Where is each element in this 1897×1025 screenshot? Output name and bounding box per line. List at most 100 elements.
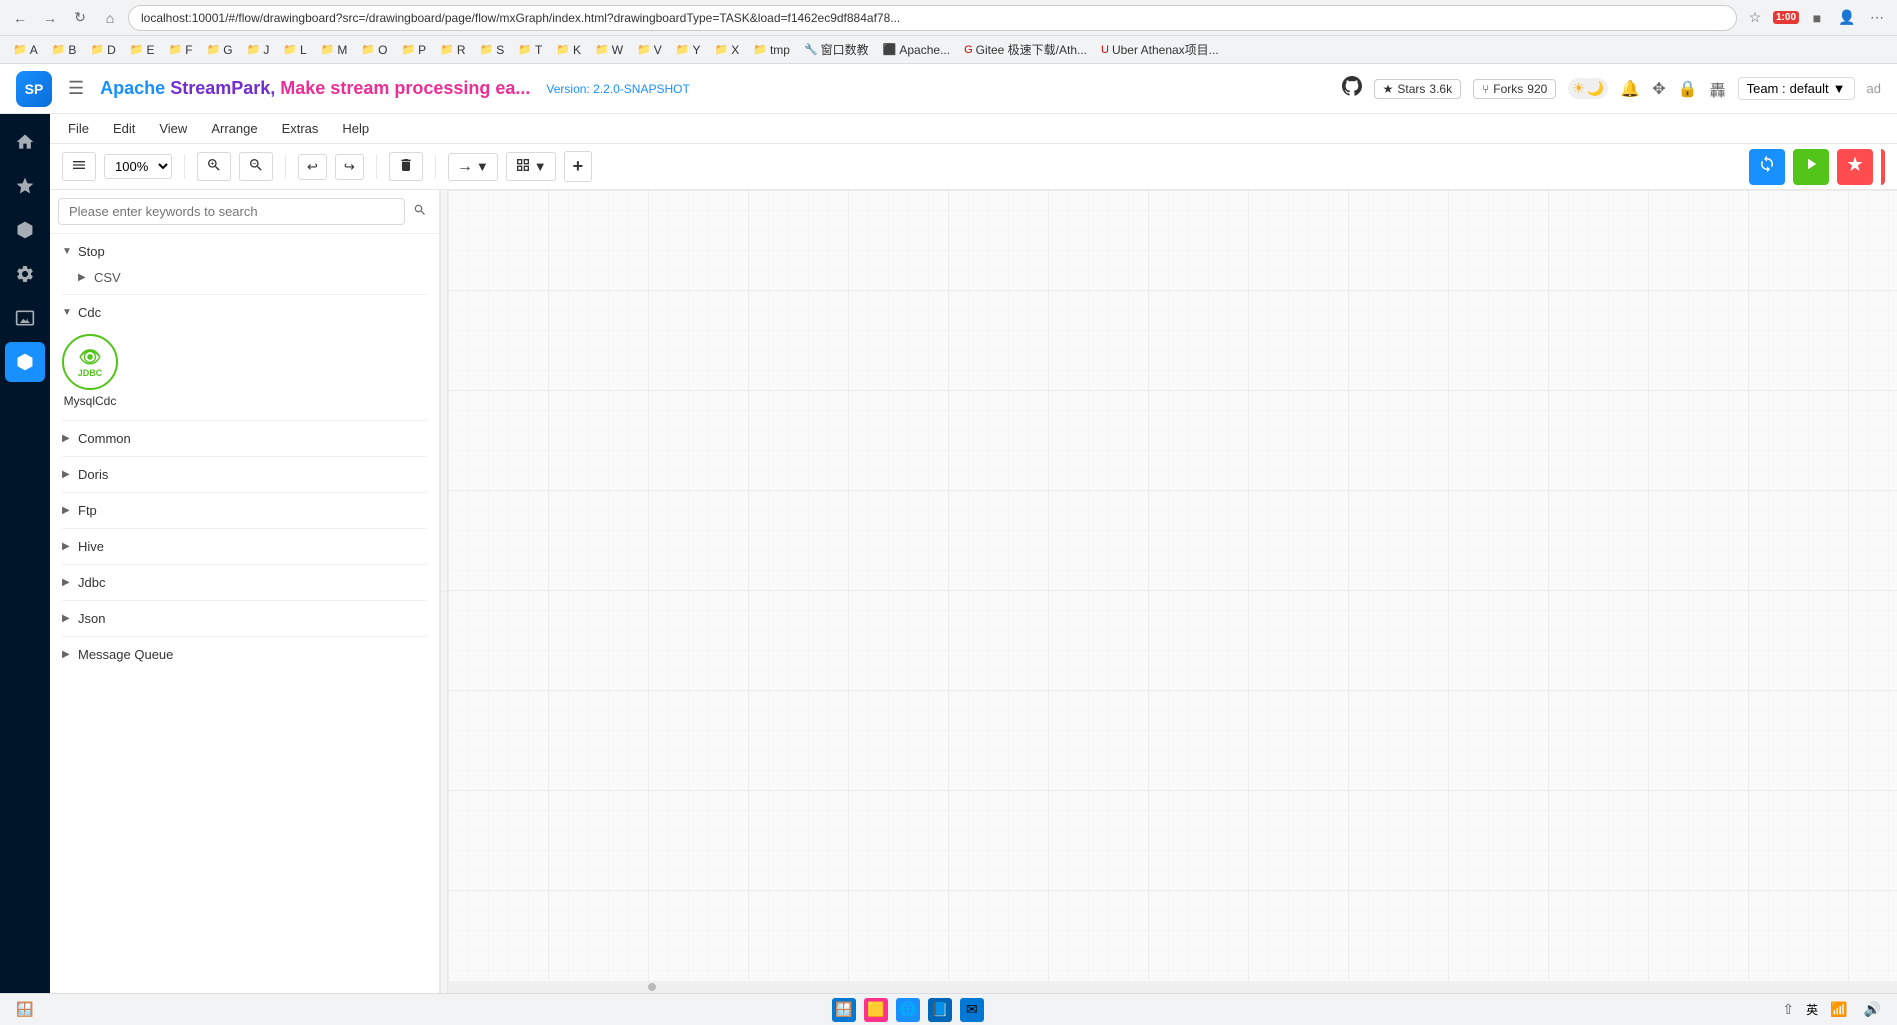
taskbar-notification-button[interactable]: ⇧: [1778, 999, 1798, 1020]
bookmark-v[interactable]: 📁 V: [632, 41, 667, 59]
theme-toggle[interactable]: ☀ 🌙: [1568, 78, 1608, 99]
bookmark-w[interactable]: 📁 W: [590, 41, 628, 59]
scrollbar-thumb[interactable]: [648, 983, 656, 991]
bookmark-gitee[interactable]: G Gitee 极速下载/Ath...: [959, 39, 1092, 60]
team-selector[interactable]: Team : default ▼: [1738, 77, 1855, 100]
stars-button[interactable]: ★ Stars 3.6k: [1374, 79, 1461, 99]
sidebar-item-star[interactable]: [5, 166, 45, 206]
nav-refresh-button[interactable]: ↻: [68, 6, 92, 30]
redo-button[interactable]: ↪: [335, 154, 364, 180]
canvas-area[interactable]: [448, 190, 1897, 993]
bookmark-s[interactable]: 📁 S: [475, 41, 510, 59]
sidebar-item-settings[interactable]: [5, 254, 45, 294]
search-input[interactable]: [58, 198, 405, 225]
tree-section-json[interactable]: ▶ Json: [50, 605, 439, 632]
resize-handle[interactable]: ⋮: [440, 190, 448, 993]
tree-section-jdbc[interactable]: ▶ Jdbc: [50, 569, 439, 596]
more-button[interactable]: ⋯: [1865, 6, 1889, 30]
taskbar-lang: 英: [1806, 1001, 1818, 1018]
tree-section-hive[interactable]: ▶ Hive: [50, 533, 439, 560]
undo-button[interactable]: ↩: [298, 154, 327, 180]
bookmark-t[interactable]: 📁 T: [513, 41, 547, 59]
start-button[interactable]: 🪟: [12, 999, 37, 1020]
translate-button[interactable]: 轟: [1710, 77, 1726, 101]
taskbar-volume-button[interactable]: 🔊: [1860, 999, 1885, 1020]
bookmark-button[interactable]: ☆: [1743, 6, 1767, 30]
sidebar-item-api[interactable]: [5, 342, 45, 382]
taskbar-icon-jetbrains[interactable]: 🟨: [864, 998, 888, 1022]
bookmark-uber[interactable]: U Uber Athenax项目...: [1096, 39, 1224, 60]
bookmark-o[interactable]: 📁 O: [356, 41, 392, 59]
nav-home-button[interactable]: ⌂: [98, 6, 122, 30]
bookmark-p[interactable]: 📁 P: [396, 41, 431, 59]
sidebar-item-image[interactable]: [5, 298, 45, 338]
forks-button[interactable]: ⑂ Forks 920: [1473, 79, 1556, 99]
menu-file[interactable]: File: [58, 117, 99, 140]
tree-section-messagequeue[interactable]: ▶ Message Queue: [50, 641, 439, 668]
tree-section-doris[interactable]: ▶ Doris: [50, 461, 439, 488]
team-label: Team :: [1747, 81, 1786, 96]
bookmark-j[interactable]: 📁 J: [242, 41, 275, 59]
menu-help[interactable]: Help: [332, 117, 379, 140]
arrow-right-icon: ▶: [78, 272, 88, 283]
add-button[interactable]: +: [564, 151, 593, 182]
nav-back-button[interactable]: ←: [8, 6, 32, 30]
settings-button[interactable]: [1837, 149, 1873, 185]
search-button[interactable]: [409, 199, 431, 224]
save-button[interactable]: [1749, 149, 1785, 185]
bookmark-b[interactable]: 📁 B: [47, 41, 82, 59]
bookmark-chuangkou[interactable]: 🔧 窗口数教: [799, 39, 874, 60]
tree-section-stop[interactable]: ▼ Stop: [50, 238, 439, 265]
zoom-selector[interactable]: 100% 50% 75% 125% 150% 200%: [104, 154, 172, 179]
sidebar-item-home[interactable]: [5, 122, 45, 162]
menu-view[interactable]: View: [149, 117, 197, 140]
nav-forward-button[interactable]: →: [38, 6, 62, 30]
menu-arrange[interactable]: Arrange: [201, 117, 267, 140]
bookmark-a[interactable]: 📁 A: [8, 41, 43, 59]
taskbar-wifi-button[interactable]: 📶: [1826, 999, 1851, 1020]
hamburger-button[interactable]: ☰: [68, 78, 84, 99]
layout-button[interactable]: ▼: [506, 152, 556, 181]
bookmark-apache[interactable]: ⬛ Apache...: [878, 41, 955, 59]
node-mysqlcdc[interactable]: 👁 JDBC MysqlCdc: [62, 334, 118, 408]
bookmark-tmp[interactable]: 📁 tmp: [748, 41, 795, 59]
tree-section-cdc[interactable]: ▼ Cdc: [50, 299, 439, 326]
tree-section-common[interactable]: ▶ Common: [50, 425, 439, 452]
github-button[interactable]: [1342, 76, 1362, 101]
bookmark-d[interactable]: 📁 D: [85, 41, 120, 59]
zoom-in-button[interactable]: [197, 152, 231, 181]
section-json-label: Json: [78, 611, 105, 626]
bookmark-r[interactable]: 📁 R: [435, 41, 470, 59]
bookmark-k[interactable]: 📁 K: [551, 41, 586, 59]
notification-button[interactable]: 🔔: [1620, 79, 1640, 99]
connect-button[interactable]: → ▼: [448, 153, 498, 181]
taskbar-icon-browser[interactable]: 🌐: [896, 998, 920, 1022]
canvas-h-scrollbar[interactable]: [448, 981, 1897, 993]
url-bar[interactable]: [128, 5, 1737, 31]
bookmark-l[interactable]: 📁 L: [278, 41, 311, 59]
run-button[interactable]: [1793, 149, 1829, 185]
profile-button[interactable]: 👤: [1835, 6, 1859, 30]
tree-item-csv[interactable]: ▶ CSV: [50, 265, 439, 290]
sidebar-item-cube[interactable]: [5, 210, 45, 250]
bookmark-e[interactable]: 📁 E: [125, 41, 160, 59]
app-version: Version: 2.2.0-SNAPSHOT: [546, 82, 689, 96]
lock-button[interactable]: 🔒: [1678, 79, 1698, 99]
zoom-out-button[interactable]: [239, 152, 273, 181]
bookmark-y[interactable]: 📁 Y: [671, 41, 706, 59]
taskbar-icon-vscode[interactable]: 📘: [928, 998, 952, 1022]
bookmark-x[interactable]: 📁 X: [710, 41, 745, 59]
taskbar-icon-windows[interactable]: 🪟: [832, 998, 856, 1022]
fullscreen-button[interactable]: ✥: [1652, 79, 1665, 99]
menu-edit[interactable]: Edit: [103, 117, 145, 140]
delete-button[interactable]: [389, 152, 423, 181]
extension-button[interactable]: ■: [1805, 6, 1829, 30]
browser-chrome: ← → ↻ ⌂ ☆ 1:00 ■ 👤 ⋯: [0, 0, 1897, 36]
taskbar-icon-mail[interactable]: ✉: [960, 998, 984, 1022]
bookmark-m[interactable]: 📁 M: [316, 41, 353, 59]
bookmark-f[interactable]: 📁 F: [164, 41, 198, 59]
tree-section-ftp[interactable]: ▶ Ftp: [50, 497, 439, 524]
menu-extras[interactable]: Extras: [272, 117, 329, 140]
toggle-panel-button[interactable]: [62, 152, 96, 181]
bookmark-g[interactable]: 📁 G: [202, 41, 238, 59]
